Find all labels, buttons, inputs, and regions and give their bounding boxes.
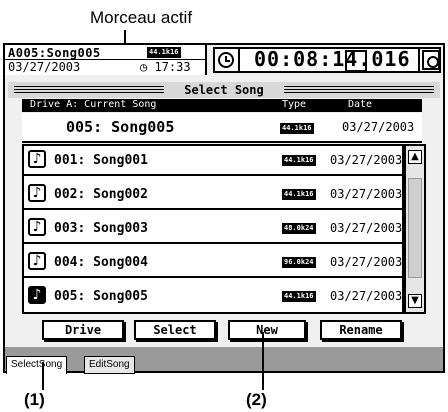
song-date: 03/27/2003 [330,255,403,269]
song-name: 001: Song001 [54,153,148,168]
callout-marker-2: (2) [246,390,267,409]
current-song-row: 005: Song005 44.1k16 03/27/2003 [22,113,422,143]
list-item-selected[interactable]: ♪ 005: Song005 44.1k16 03/27/2003 [24,282,402,312]
song-format-badge: 44.1k16 [282,189,316,200]
song-icon: ♪ [28,184,46,202]
song-icon: ♪ [28,286,46,304]
song-format-badge: 96.0k24 [282,257,316,268]
scroll-up-icon[interactable]: ▲ [408,150,422,164]
select-button[interactable]: Select [134,320,216,340]
column-header: Drive A: Current Song Type Date [22,99,422,112]
song-date: 03/27/2003 [330,289,403,303]
rename-button[interactable]: Rename [320,320,402,340]
song-date: 03/27/2003 [330,187,403,201]
tab-edit-song[interactable]: EditSong [84,356,135,374]
song-name: 004: Song004 [54,255,148,270]
new-button[interactable]: New [228,320,306,340]
column-type: Type [282,99,307,110]
song-name: 002: Song002 [54,187,148,202]
callout-line-2 [262,332,264,390]
callout-current-song-label: Morceau actif [90,8,193,27]
song-format-badge: 44.1k16 [282,155,316,166]
list-item[interactable]: ♪ 004: Song004 96.0k24 03/27/2003 [24,248,402,278]
song-list[interactable]: ♪ 001: Song001 44.1k16 03/27/2003 ♪ 002:… [22,144,404,314]
header-format-badge: 44.1k16 [147,47,181,58]
header-date: 03/27/2003 [8,60,81,74]
timecode-value: 00:08:14.016 [254,47,411,71]
song-name: 003: Song003 [54,221,148,236]
column-drive-current-song: Drive A: Current Song [30,99,157,110]
gear-icon[interactable] [422,50,440,70]
list-item[interactable]: ♪ 001: Song001 44.1k16 03/27/2003 [24,146,402,176]
song-icon: ♪ [28,218,46,236]
callout-marker-1: (1) [24,390,45,409]
dialog-titlebar: Select Song [8,82,440,98]
song-icon: ♪ [28,150,46,168]
list-scrollbar[interactable]: ▲ ▼ [404,144,426,314]
song-format-badge: 44.1k16 [282,291,316,302]
header-clock: ◷ 17:33 [140,60,191,74]
song-format-badge: 48.0k24 [282,223,316,234]
current-song-date: 03/27/2003 [342,120,415,134]
current-song-format-badge: 44.1k16 [280,123,314,134]
callout-line-1 [42,362,44,390]
song-name: 005: Song005 [54,289,148,304]
column-date: Date [348,99,373,110]
current-song-name: 005: Song005 [66,118,175,136]
dialog-title: Select Song [8,82,440,98]
header-song-title: A005:Song005 [8,46,101,60]
clock-icon [218,52,234,68]
tab-select-song[interactable]: SelectSong [6,356,68,374]
list-item[interactable]: ♪ 002: Song002 44.1k16 03/27/2003 [24,180,402,210]
drive-button[interactable]: Drive [42,320,124,340]
scroll-thumb[interactable] [408,178,422,278]
song-date: 03/27/2003 [330,153,403,167]
song-date: 03/27/2003 [330,221,403,235]
list-item[interactable]: ♪ 003: Song003 48.0k24 03/27/2003 [24,214,402,244]
song-icon: ♪ [28,252,46,270]
tab-bar [5,347,443,371]
scroll-down-icon[interactable]: ▼ [408,294,422,308]
